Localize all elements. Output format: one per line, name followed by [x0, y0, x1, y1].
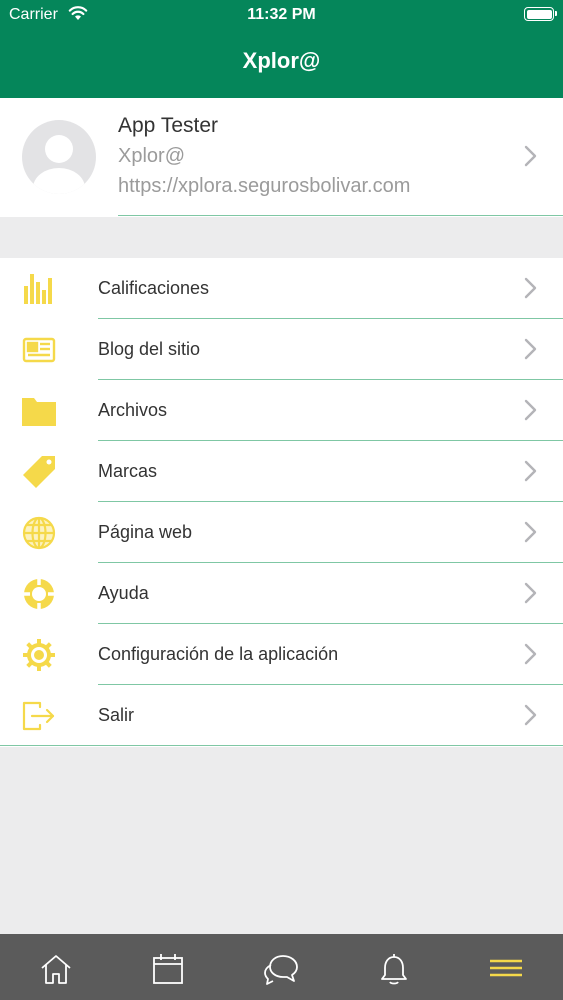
menu-item-label: Ayuda — [98, 583, 149, 603]
globe-icon — [20, 516, 58, 550]
lifebuoy-icon — [20, 577, 58, 611]
menu-item-archivos[interactable]: Archivos — [0, 380, 563, 441]
newspaper-icon — [20, 333, 58, 367]
menu-item-label: Blog del sitio — [98, 339, 201, 359]
profile-app-name: Xplor@ — [118, 145, 185, 167]
avatar — [22, 120, 96, 194]
menu-item-configuracion[interactable]: Configuración de la aplicación — [0, 624, 563, 685]
profile-site-url: https://xplora.segurosbolivar.com — [118, 175, 411, 197]
page-title: Xplor@ — [242, 48, 321, 73]
profile-name: App Tester — [118, 114, 219, 137]
menu-item-salir[interactable]: Salir — [0, 685, 563, 746]
home-icon — [41, 955, 71, 984]
status-bar: Carrier 11:32 PM — [0, 0, 563, 30]
menu-item-label: Configuración de la aplicación — [98, 644, 339, 664]
folder-icon — [20, 394, 58, 428]
chevron-right-icon — [524, 399, 538, 426]
chevron-right-icon — [524, 704, 538, 731]
calendar-icon — [153, 954, 183, 984]
row-divider — [0, 745, 563, 746]
menu-item-label: Calificaciones — [98, 278, 210, 298]
menu-item-label: Marcas — [98, 461, 158, 481]
tab-calendar[interactable] — [112, 934, 224, 1000]
chevron-right-icon — [524, 460, 538, 487]
menu-item-pagina-web[interactable]: Página web — [0, 502, 563, 563]
chevron-right-icon — [524, 338, 538, 365]
battery-icon — [524, 7, 557, 21]
tab-bar — [0, 934, 563, 1000]
chat-icon — [264, 955, 298, 985]
menu-item-marcas[interactable]: Marcas — [0, 441, 563, 502]
logout-icon — [20, 699, 58, 733]
chevron-right-icon — [524, 582, 538, 609]
menu-item-calificaciones[interactable]: Calificaciones — [0, 258, 563, 319]
chevron-right-icon — [524, 643, 538, 670]
tab-notifications[interactable] — [338, 934, 450, 1000]
bell-icon — [381, 954, 407, 985]
chevron-right-icon — [524, 277, 538, 304]
profile-divider — [118, 215, 563, 216]
menu-icon — [490, 959, 522, 977]
menu-item-blog[interactable]: Blog del sitio — [0, 319, 563, 380]
clock: 11:32 PM — [247, 6, 316, 23]
menu-list: Calificaciones Blog del sitio Archivos M… — [0, 258, 563, 747]
menu-item-label: Página web — [98, 522, 193, 542]
tab-messages[interactable] — [225, 934, 337, 1000]
chevron-right-icon — [524, 521, 538, 548]
navigation-bar: Carrier 11:32 PM Xplor@ — [0, 0, 563, 98]
bar-chart-icon — [20, 272, 58, 306]
menu-item-label: Archivos — [98, 400, 168, 420]
menu-item-ayuda[interactable]: Ayuda — [0, 563, 563, 624]
gear-icon — [20, 638, 58, 672]
tag-icon — [20, 455, 58, 489]
tab-menu[interactable] — [450, 934, 562, 1000]
menu-item-label: Salir — [98, 705, 135, 725]
chevron-right-icon — [524, 145, 538, 172]
tab-home[interactable] — [0, 934, 112, 1000]
